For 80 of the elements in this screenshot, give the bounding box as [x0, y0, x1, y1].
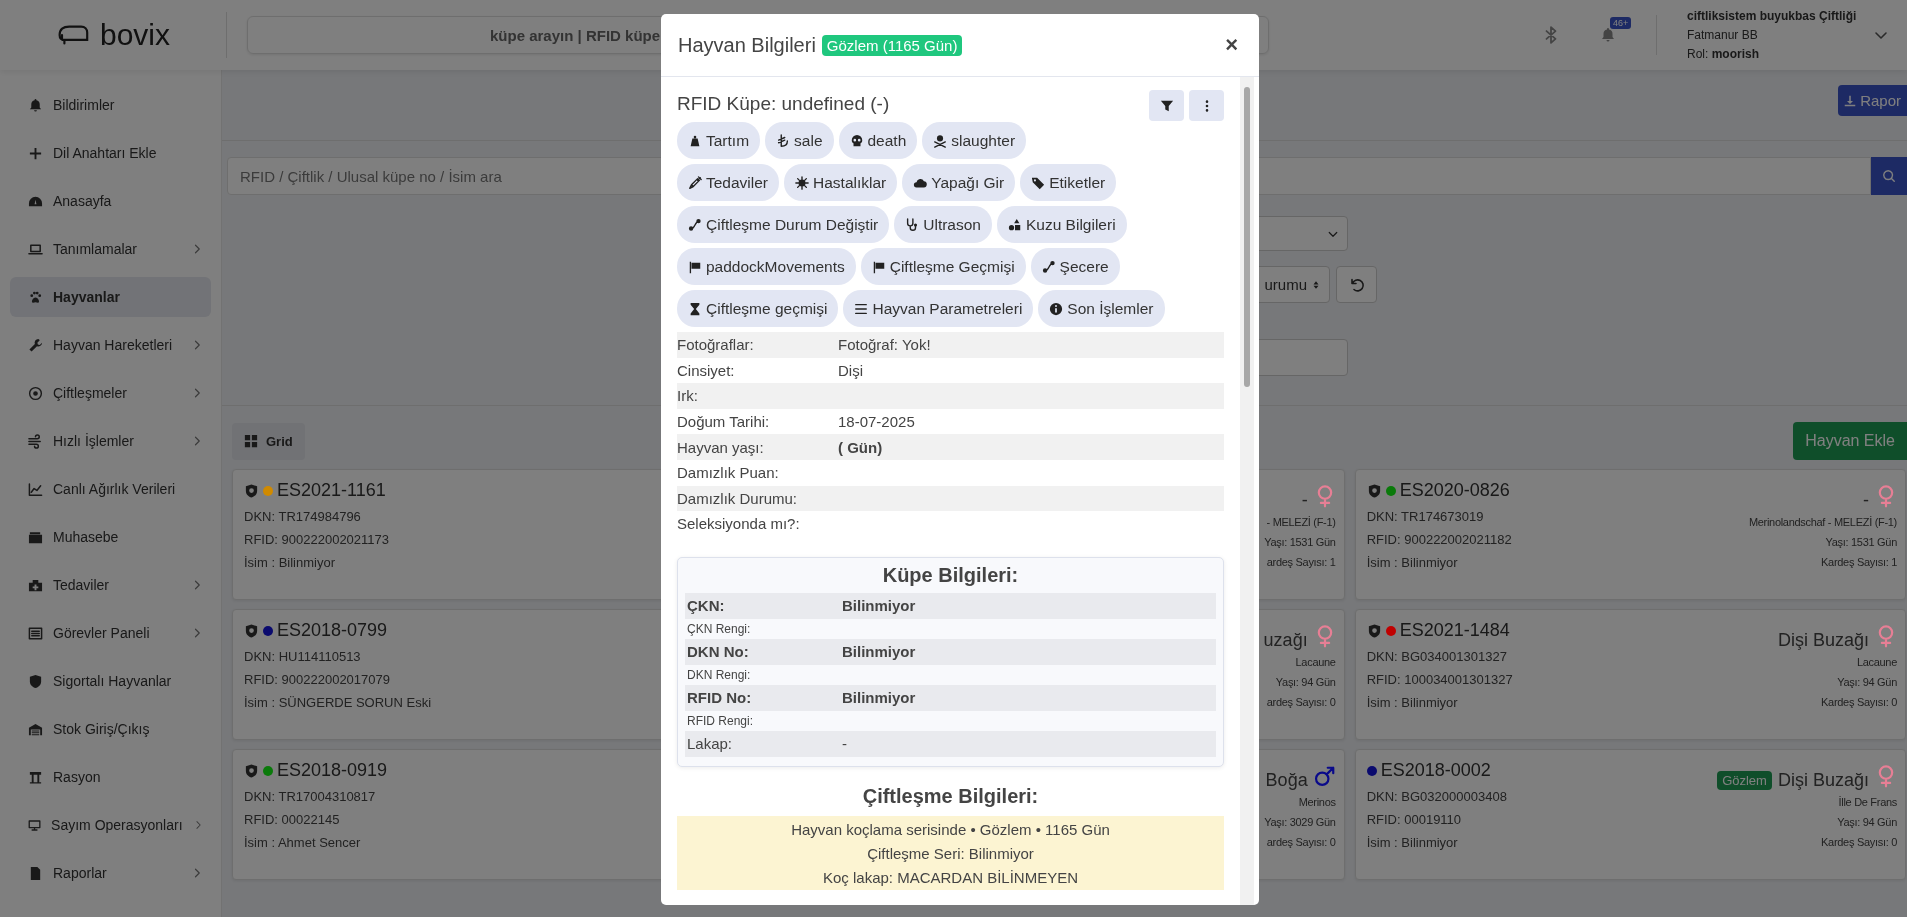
field-value: Bilinmiyor	[842, 597, 916, 615]
card-title: Küpe Bilgileri:	[882, 563, 1019, 587]
field-label: Cinsiyet:	[677, 361, 736, 379]
age-text: Yaşı: 94 Gün	[1837, 675, 1897, 690]
user-name: Fatmanur BB	[1687, 28, 1759, 42]
animal-tag-number: ES2018-0799	[277, 620, 388, 641]
modal-title: Hayvan Bilgileri	[678, 33, 816, 57]
animal-category: Dişi Buzağı	[1777, 770, 1869, 791]
breed-text: Lacaune	[1295, 655, 1336, 670]
name-text: İsim : Ahmet Sencer	[244, 835, 362, 850]
animal-category: -	[1863, 490, 1869, 511]
field-label: Fotoğraflar:	[677, 336, 755, 354]
siblings-text: Kardeş Sayısı: 1	[1821, 555, 1897, 570]
field-value: Dişi	[838, 361, 863, 379]
rfid-text: RFID: 100034001301327	[1366, 672, 1513, 687]
farm-name: ciftliksistem buyukbas Çiftliği	[1687, 9, 1858, 23]
status-badge: Gözlem	[1717, 771, 1772, 790]
user-role: Rol: moorish	[1687, 47, 1761, 61]
name-text: İsim : Bilinmiyor	[1366, 695, 1459, 710]
age-text: Yaşı: 1531 Gün	[1264, 535, 1336, 550]
breed-text: Merinolandschaf - MELEZİ (F-1)	[1748, 515, 1897, 530]
field-value: -	[842, 735, 847, 753]
section-title: Çiftleşme Bilgileri:	[862, 784, 1039, 808]
field-value: ( Gün)	[838, 438, 883, 456]
dkn-text: DKN: BG034001301327	[1366, 649, 1508, 664]
rfid-text: RFID: 00022145	[244, 812, 341, 827]
animal-category: Boğa	[1265, 770, 1308, 791]
animal-tag-number: ES2021-1161	[277, 480, 386, 501]
field-label: RFID Rengi:	[686, 713, 755, 728]
dkn-text: DKN: HU114110513	[244, 649, 362, 664]
animal-tag-number: ES2020-0826	[1399, 480, 1510, 501]
field-label: DKN Rengi:	[686, 667, 752, 682]
dkn-text: DKN: BG032000003408	[1366, 789, 1507, 804]
info-text: Hayvan koçlama serisinde • Gözlem • 1165 Gün	[791, 819, 1110, 840]
name-text: İsim : Bilinmiyor	[1366, 835, 1459, 850]
siblings-text: ardeş Sayısı: 0	[1266, 695, 1336, 710]
breed-text: - MELEZİ (F-1)	[1266, 515, 1336, 530]
name-text: İsim : Bilinmiyor	[1366, 555, 1459, 570]
info-text: Çiftleşme Seri: Bilinmiyor	[867, 843, 1034, 864]
animal-tag-number: ES2018-0919	[277, 760, 388, 781]
field-value: Fotoğraf: Yok!	[838, 336, 931, 354]
info-text: Koç lakap: MACARDAN BİLİNMEYEN	[822, 867, 1079, 888]
field-label: RFID No:	[686, 689, 753, 707]
siblings-text: ardeş Sayısı: 1	[1266, 555, 1336, 570]
rfid-heading: RFID Küpe: undefined (-)	[677, 93, 890, 115]
logo-text: bovix	[99, 18, 170, 52]
rfid-text: RFID: 900222002017079	[244, 672, 391, 687]
rfid-text: RFID: 900222002021173	[244, 532, 390, 547]
field-label: Hayvan yaşı:	[677, 438, 765, 456]
age-text: Yaşı: 94 Gün	[1837, 815, 1897, 830]
field-value: Bilinmiyor	[842, 689, 916, 707]
age-text: Yaşı: 94 Gün	[1275, 675, 1336, 690]
breed-text: Lacaune	[1856, 655, 1897, 670]
name-text: İsim : SÜNGERDE SORUN Eski	[244, 695, 432, 710]
siblings-text: Kardeş Sayısı: 0	[1821, 695, 1897, 710]
notification-badge: 46+	[1610, 17, 1632, 29]
field-label: DKN No:	[686, 643, 750, 661]
animal-tag-number: ES2021-1484	[1399, 620, 1510, 641]
animal-category: uzağı	[1263, 630, 1308, 651]
breed-text: Merinos	[1298, 795, 1336, 810]
rfid-text: RFID: 00019110	[1366, 812, 1463, 827]
name-text: İsim : Bilinmiyor	[244, 555, 336, 570]
field-label: Irk:	[677, 387, 699, 405]
field-label: ÇKN Rengi:	[686, 621, 752, 636]
animal-category: -	[1301, 490, 1308, 511]
siblings-text: Kardeş Sayısı: 0	[1821, 835, 1897, 850]
breed-text: İlle De Frans	[1838, 795, 1897, 810]
field-value: 18-07-2025	[838, 413, 915, 431]
dkn-text: DKN: TR17004310817	[244, 789, 377, 804]
siblings-text: ardeş Sayısı: 0	[1266, 835, 1336, 850]
dkn-text: DKN: TR174673019	[1366, 509, 1485, 524]
age-text: Yaşı: 3029 Gün	[1264, 815, 1336, 830]
dkn-text: DKN: TR174984796	[244, 509, 362, 524]
age-text: Yaşı: 1531 Gün	[1825, 535, 1897, 550]
rfid-text: RFID: 900222002021182	[1366, 532, 1512, 547]
animal-tag-number: ES2018-0002	[1380, 760, 1491, 781]
status-badge: Gözlem (1165 Gün)	[821, 34, 963, 56]
field-label: Doğum Tarihi:	[677, 413, 771, 431]
animal-category: Dişi Buzağı	[1777, 630, 1869, 651]
field-value: Bilinmiyor	[842, 643, 916, 661]
